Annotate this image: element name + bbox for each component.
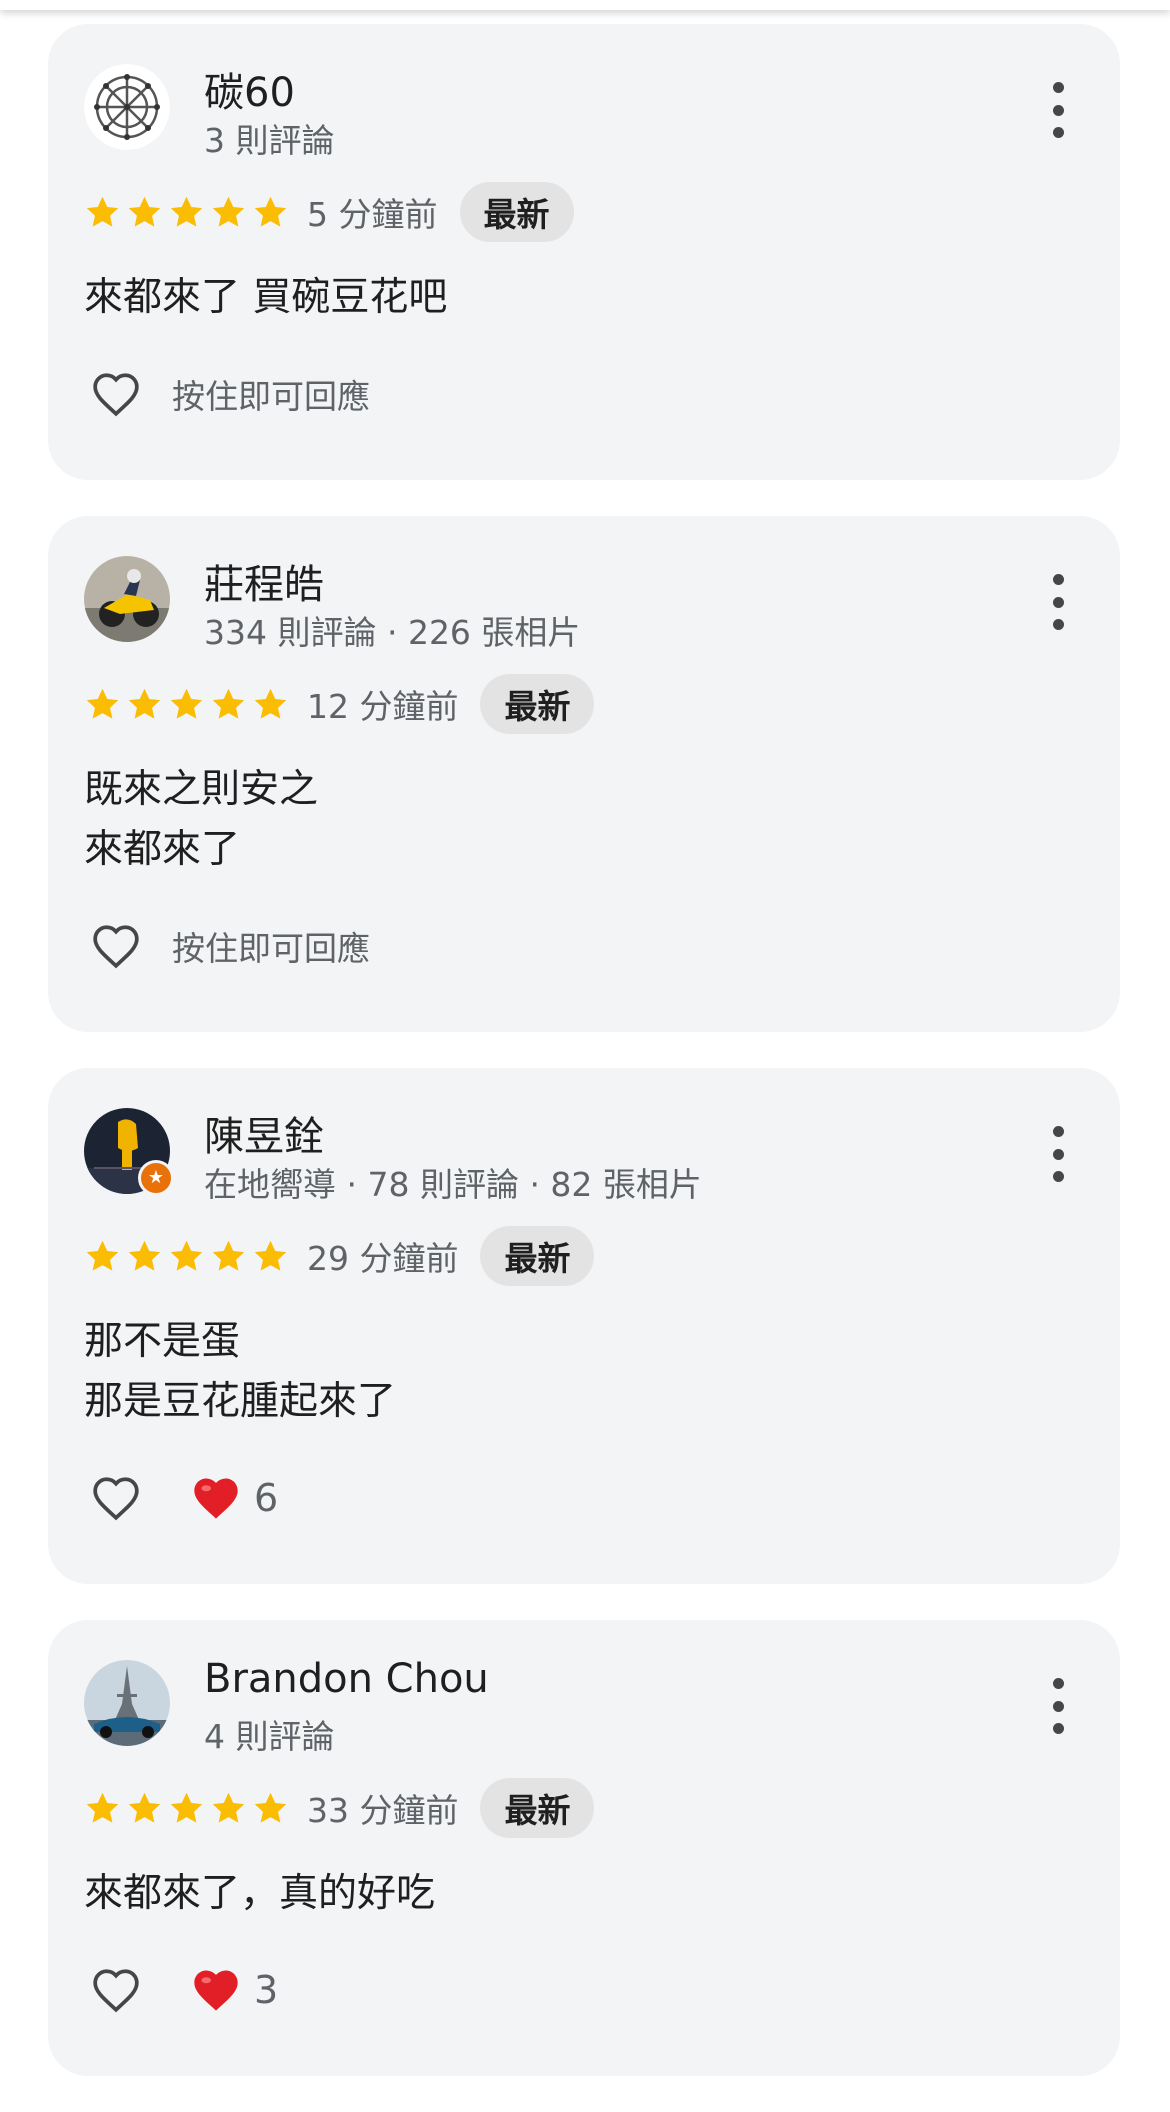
- like-button[interactable]: [84, 914, 148, 978]
- star-rating: [84, 686, 289, 723]
- reviewer-name[interactable]: 碳60: [204, 60, 295, 118]
- star-icon: [86, 1240, 119, 1271]
- rating-row: 5 分鐘前 最新: [84, 182, 574, 242]
- rating-row: 33 分鐘前 最新: [84, 1778, 595, 1838]
- reviewer-avatar[interactable]: [84, 556, 170, 642]
- local-guide-star-icon: ★: [138, 1160, 174, 1196]
- star-icon: [212, 1792, 245, 1823]
- review-text: 那不是蛋 那是豆花腫起來了: [84, 1312, 396, 1432]
- star-icon: [128, 688, 161, 719]
- eiffel-tower-car-avatar-icon: [84, 1660, 170, 1746]
- reviewer-stats: 3 則評論: [204, 121, 335, 160]
- review-time: 5 分鐘前: [307, 195, 438, 234]
- review-card: Brandon Chou 4 則評論 33 分鐘前 最新 來都來了，真的好吃 3: [48, 1620, 1120, 2076]
- newest-badge: 最新: [480, 1226, 595, 1286]
- newest-badge: 最新: [480, 1778, 595, 1838]
- star-icon: [254, 196, 287, 227]
- review-time: 33 分鐘前: [307, 1791, 459, 1830]
- more-options-icon[interactable]: [1048, 82, 1068, 138]
- reviewer-stats: 在地嚮導 · 78 則評論 · 82 張相片: [204, 1165, 702, 1204]
- review-actions: 3: [84, 1958, 278, 2022]
- star-icon: [254, 1792, 287, 1823]
- like-button[interactable]: [84, 1466, 148, 1530]
- review-text-line: 來都來了 買碗豆花吧: [84, 275, 448, 320]
- review-text-line: 那是豆花腫起來了: [84, 1379, 397, 1424]
- review-text: 既來之則安之 來都來了: [84, 760, 318, 880]
- star-icon: [128, 1792, 161, 1823]
- star-icon: [170, 688, 203, 719]
- react-hint: 按住即可回應: [172, 929, 370, 968]
- review-text-line: 既來之則安之: [84, 767, 319, 812]
- review-card: 莊程皓 334 則評論 · 226 張相片 12 分鐘前 最新 既來之則安之 來…: [48, 516, 1120, 1032]
- react-hint: 按住即可回應: [172, 377, 370, 416]
- review-text-line: 來都來了，真的好吃: [84, 1871, 436, 1916]
- review-actions: 按住即可回應: [84, 362, 370, 426]
- star-icon: [170, 196, 203, 227]
- review-actions: 按住即可回應: [84, 914, 370, 978]
- red-heart-emoji-icon: [194, 1970, 238, 2011]
- star-icon: [212, 1240, 245, 1271]
- buckyball-avatar-icon: [84, 64, 170, 150]
- reviewer-avatar[interactable]: ★: [84, 1108, 174, 1196]
- reaction-summary[interactable]: 3: [190, 1964, 278, 2016]
- star-icon: [170, 1240, 203, 1271]
- red-heart-emoji-icon: [194, 1478, 238, 1519]
- review-time: 12 分鐘前: [307, 687, 459, 726]
- reviewer-name[interactable]: 陳昱銓: [204, 1104, 324, 1162]
- star-rating: [84, 1790, 289, 1827]
- reviewer-avatar[interactable]: [84, 64, 170, 150]
- star-icon: [86, 196, 119, 227]
- star-icon: [86, 688, 119, 719]
- reaction-summary[interactable]: 6: [190, 1472, 278, 1524]
- star-rating: [84, 1238, 289, 1275]
- star-icon: [128, 1240, 161, 1271]
- star-icon: [212, 688, 245, 719]
- reviewer-stats: 334 則評論 · 226 張相片: [204, 613, 581, 652]
- review-text-line: 來都來了: [84, 827, 241, 872]
- newest-badge: 最新: [459, 182, 574, 242]
- star-icon: [212, 196, 245, 227]
- reviewer-avatar[interactable]: [84, 1660, 170, 1746]
- more-options-icon[interactable]: [1048, 1126, 1068, 1182]
- like-button[interactable]: [84, 362, 148, 426]
- more-options-icon[interactable]: [1048, 1678, 1068, 1734]
- reviewer-stats: 4 則評論: [204, 1717, 335, 1756]
- newest-badge: 最新: [480, 674, 595, 734]
- more-options-icon[interactable]: [1048, 574, 1068, 630]
- review-card: ★ 陳昱銓 在地嚮導 · 78 則評論 · 82 張相片 29 分鐘前 最新 那…: [48, 1068, 1120, 1584]
- review-actions: 6: [84, 1466, 278, 1530]
- reaction-count: 3: [254, 1968, 279, 2012]
- star-icon: [254, 688, 287, 719]
- heart-outline-icon: [93, 1477, 139, 1521]
- star-icon: [254, 1240, 287, 1271]
- review-text: 來都來了 買碗豆花吧: [84, 268, 447, 328]
- star-icon: [128, 196, 161, 227]
- reviewer-name[interactable]: Brandon Chou: [204, 1656, 489, 1702]
- like-button[interactable]: [84, 1958, 148, 2022]
- star-rating: [84, 194, 289, 231]
- rating-row: 12 分鐘前 最新: [84, 674, 595, 734]
- star-icon: [86, 1792, 119, 1823]
- reviews-list: 碳60 3 則評論 5 分鐘前 最新 來都來了 買碗豆花吧 按住即可回應 莊程皓…: [48, 24, 1120, 2112]
- motorcycle-avatar-icon: [84, 556, 170, 642]
- review-card: 碳60 3 則評論 5 分鐘前 最新 來都來了 買碗豆花吧 按住即可回應: [48, 24, 1120, 480]
- review-time: 29 分鐘前: [307, 1239, 459, 1278]
- review-text-line: 那不是蛋: [84, 1319, 241, 1364]
- star-icon: [170, 1792, 203, 1823]
- heart-outline-icon: [93, 1969, 139, 2013]
- reaction-count: 6: [254, 1476, 279, 1520]
- heart-outline-icon: [93, 373, 139, 417]
- top-app-bar-edge: [0, 0, 1170, 10]
- review-text: 來都來了，真的好吃: [84, 1864, 435, 1924]
- reviewer-name[interactable]: 莊程皓: [204, 552, 324, 610]
- heart-outline-icon: [93, 925, 139, 969]
- rating-row: 29 分鐘前 最新: [84, 1226, 595, 1286]
